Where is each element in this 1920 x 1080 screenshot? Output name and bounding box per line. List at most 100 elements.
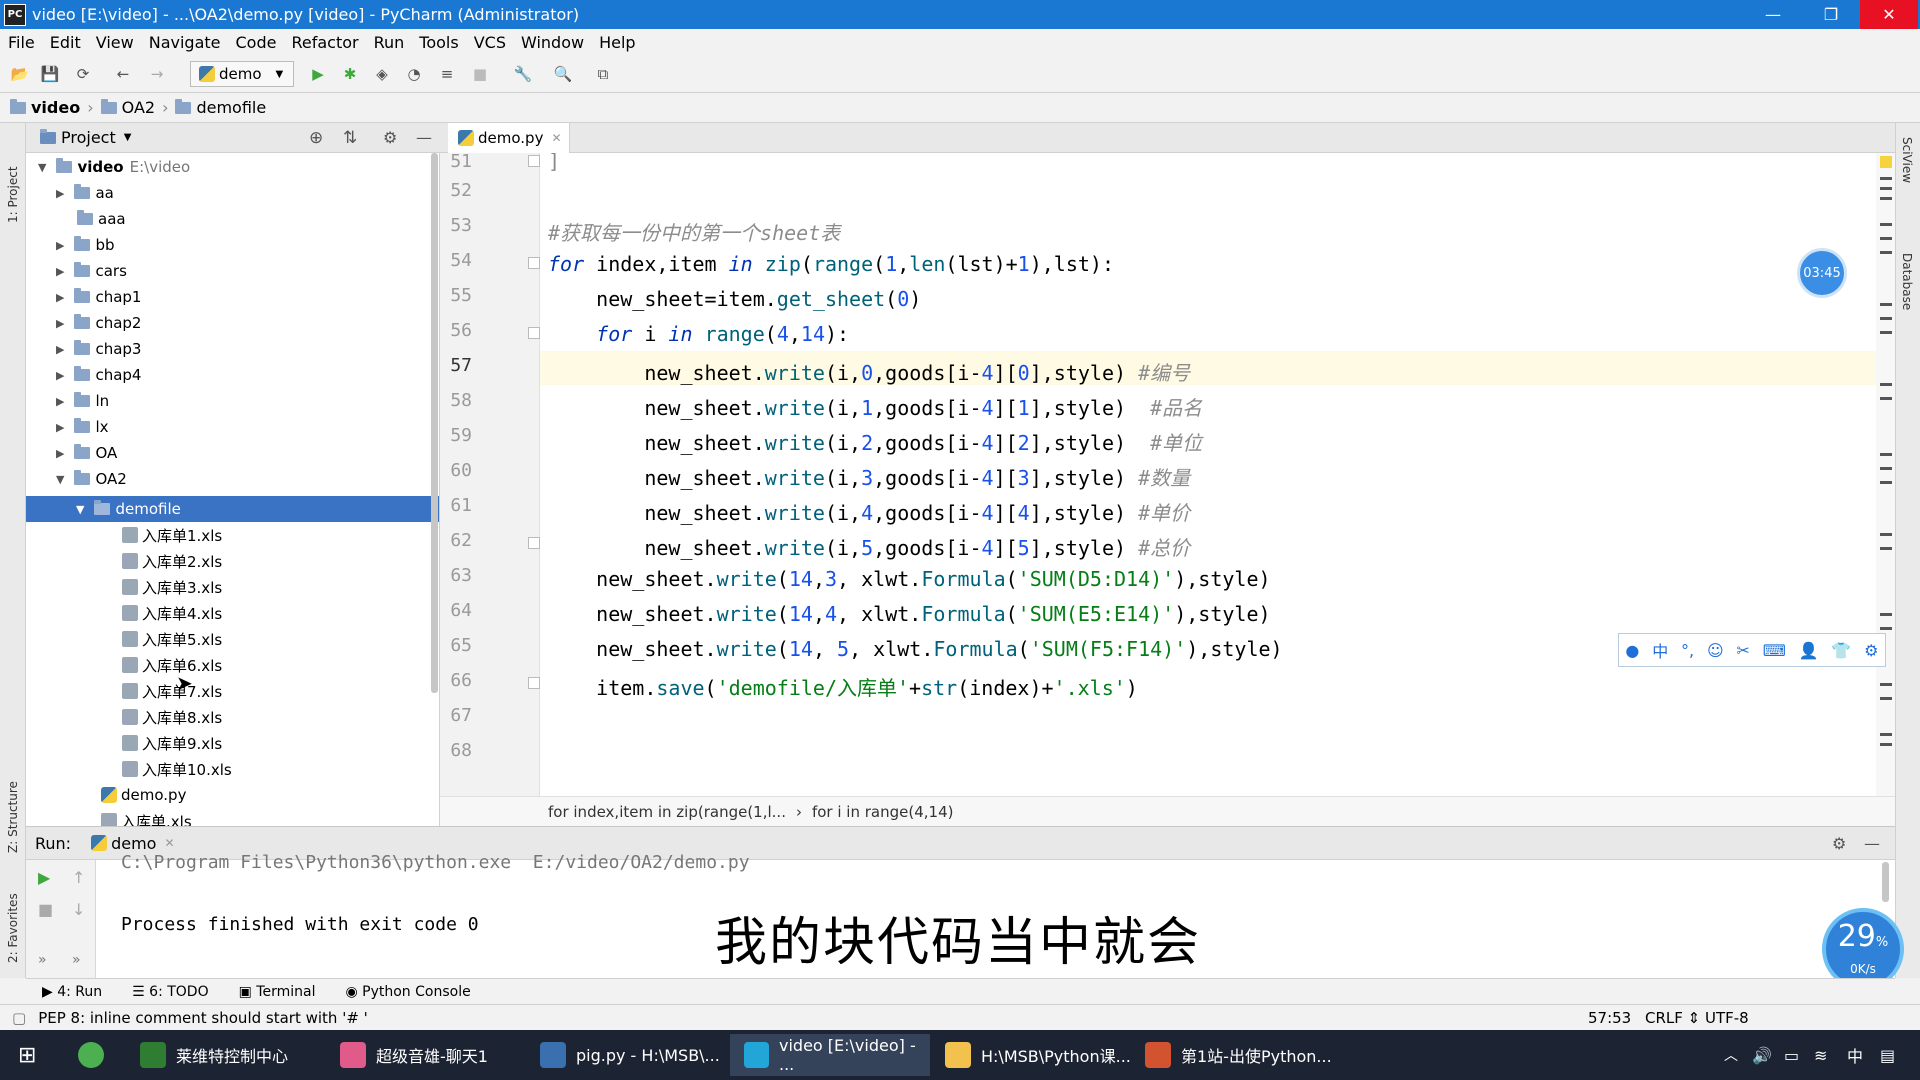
warning-marker-icon[interactable] — [1880, 156, 1892, 168]
restore-button[interactable]: ❐ — [1802, 0, 1860, 29]
menu-navigate[interactable]: Navigate — [149, 33, 221, 52]
stripe-mark[interactable] — [1880, 237, 1892, 240]
menu-help[interactable]: Help — [599, 33, 635, 52]
stripe-mark[interactable] — [1880, 733, 1892, 736]
tree-file-xls[interactable]: 入库单4.xls — [122, 600, 222, 626]
stripe-mark[interactable] — [1880, 187, 1892, 190]
concurrency-icon[interactable]: ≡ — [437, 64, 457, 84]
volume-icon[interactable]: 🔊 — [1752, 1034, 1772, 1076]
tool-favorites[interactable]: 2: Favorites — [6, 868, 20, 963]
tree-file-xls[interactable]: 入库单.xls — [101, 808, 192, 826]
tree-file-xls[interactable]: 入库单5.xls — [122, 626, 222, 652]
panel-toggle-icon[interactable]: ▢ — [12, 1009, 26, 1027]
taskbar-app-video[interactable]: video [E:\video] - ... — [730, 1034, 930, 1076]
locate-icon[interactable]: ⊕ — [309, 128, 323, 148]
close-button[interactable]: ✕ — [1860, 0, 1918, 29]
chevron-right-icon[interactable]: ▶ — [56, 317, 64, 330]
stripe-mark[interactable] — [1880, 533, 1892, 536]
hide-panel-icon[interactable]: — — [416, 128, 432, 147]
tree-folder-aa[interactable]: ▶ aa — [56, 180, 114, 206]
tree-folder-lx[interactable]: ▶ lx — [56, 414, 109, 440]
ime-lang-toggle[interactable]: 中 — [1652, 638, 1668, 662]
stripe-mark[interactable] — [1880, 383, 1892, 386]
menu-run[interactable]: Run — [374, 33, 405, 52]
stripe-mark[interactable] — [1880, 197, 1892, 200]
coverage-icon[interactable]: ◈ — [372, 64, 392, 84]
taskbar-app-explorer[interactable]: H:\MSB\Python课... — [945, 1034, 1131, 1076]
project-header-label[interactable]: Project — [61, 128, 116, 147]
error-stripe[interactable] — [1876, 153, 1895, 796]
expand-icon[interactable]: » — [38, 952, 47, 968]
chevron-down-icon[interactable]: ▼ — [124, 132, 132, 143]
run-config-select[interactable]: demo ▼ — [190, 61, 294, 87]
ime-user-icon[interactable]: 👤 — [1799, 641, 1819, 660]
down-arrow-icon[interactable]: ↓ — [72, 900, 85, 919]
run-tab-demo[interactable]: demo — [111, 834, 156, 853]
tree-folder-chap4[interactable]: ▶ chap4 — [56, 362, 141, 388]
stripe-mark[interactable] — [1880, 613, 1892, 616]
menu-view[interactable]: View — [96, 33, 134, 52]
stripe-mark[interactable] — [1880, 453, 1892, 456]
chevron-right-icon[interactable]: ▶ — [56, 291, 64, 304]
stripe-mark[interactable] — [1880, 683, 1892, 686]
more-icon[interactable]: » — [72, 952, 81, 968]
stripe-mark[interactable] — [1880, 223, 1892, 226]
chevron-right-icon[interactable]: ▶ — [56, 239, 64, 252]
fold-marker-icon[interactable] — [528, 537, 540, 549]
stripe-mark[interactable] — [1880, 317, 1892, 320]
stripe-mark[interactable] — [1880, 481, 1892, 484]
tray-ime-lang[interactable]: 中 — [1847, 1034, 1863, 1076]
fold-marker-icon[interactable] — [528, 155, 540, 167]
tool-structure[interactable]: Z: Structure — [6, 743, 20, 853]
gear-icon[interactable]: ⚙ — [383, 128, 397, 147]
forward-arrow-icon[interactable]: → — [147, 64, 167, 84]
tree-folder-ln[interactable]: ▶ ln — [56, 388, 109, 414]
tree-file-xls[interactable]: 入库单8.xls — [122, 704, 222, 730]
ime-settings-icon[interactable]: ⚙ — [1864, 641, 1878, 660]
tree-folder-oa2[interactable]: ▼ OA2 — [56, 466, 127, 492]
taskbar-app-lenovo[interactable]: 莱维特控制中心 — [140, 1034, 288, 1076]
structure-view-icon[interactable]: ⧉ — [593, 64, 613, 84]
sync-icon[interactable]: ⟳ — [73, 64, 93, 84]
menu-file[interactable]: File — [8, 33, 35, 52]
search-icon[interactable]: 🔍 — [553, 64, 573, 84]
stripe-mark[interactable] — [1880, 697, 1892, 700]
close-tab-icon[interactable]: ✕ — [164, 836, 174, 850]
chevron-down-icon[interactable]: ▼ — [38, 161, 46, 174]
ime-emoji-icon[interactable]: ☺ — [1707, 641, 1724, 660]
chevron-down-icon[interactable]: ▼ — [56, 473, 64, 486]
settings-wrench-icon[interactable]: 🔧 — [513, 64, 533, 84]
battery-icon[interactable]: ▭ — [1784, 1034, 1799, 1076]
tree-folder-bb[interactable]: ▶ bb — [56, 232, 115, 258]
taskbar-app-360[interactable] — [78, 1034, 114, 1076]
tree-scrollbar[interactable] — [431, 153, 438, 693]
stripe-mark[interactable] — [1880, 547, 1892, 550]
minimize-button[interactable]: — — [1744, 0, 1802, 29]
stripe-mark[interactable] — [1880, 251, 1892, 254]
ime-scissors-icon[interactable]: ✂ — [1736, 641, 1749, 660]
stripe-mark[interactable] — [1880, 177, 1892, 180]
ime-logo-icon[interactable]: ● — [1625, 641, 1639, 660]
tree-folder-chap3[interactable]: ▶ chap3 — [56, 336, 141, 362]
stop-icon[interactable]: ■ — [470, 64, 490, 84]
menu-code[interactable]: Code — [236, 33, 277, 52]
rerun-icon[interactable]: ▶ — [38, 868, 50, 887]
tree-folder-aaa[interactable]: aaa — [77, 206, 126, 232]
crumb-oa2[interactable]: OA2 — [122, 98, 155, 117]
breadcrumb-for-zip[interactable]: for index,item in zip(range(1,l... — [548, 803, 786, 821]
fold-marker-icon[interactable] — [528, 257, 540, 269]
tree-folder-cars[interactable]: ▶ cars — [56, 258, 127, 284]
chevron-right-icon[interactable]: ▶ — [56, 421, 64, 434]
tab-todo[interactable]: ☰ 6: TODO — [132, 984, 208, 1000]
taskbar-app-chat[interactable]: 超级音雄-聊天1 — [340, 1034, 488, 1076]
debug-icon[interactable]: ✱ — [340, 64, 360, 84]
tree-folder-oa[interactable]: ▶ OA — [56, 440, 117, 466]
menu-tools[interactable]: Tools — [419, 33, 458, 52]
console-scrollbar[interactable] — [1882, 862, 1889, 902]
tree-file-xls[interactable]: 入库单3.xls — [122, 574, 222, 600]
chevron-right-icon[interactable]: ▶ — [56, 395, 64, 408]
fold-marker-icon[interactable] — [528, 677, 540, 689]
chevron-right-icon[interactable]: ▶ — [56, 369, 64, 382]
tree-file-xls[interactable]: 入库单7.xls — [122, 678, 222, 704]
tab-run[interactable]: ▶ 4: Run — [42, 984, 102, 1000]
